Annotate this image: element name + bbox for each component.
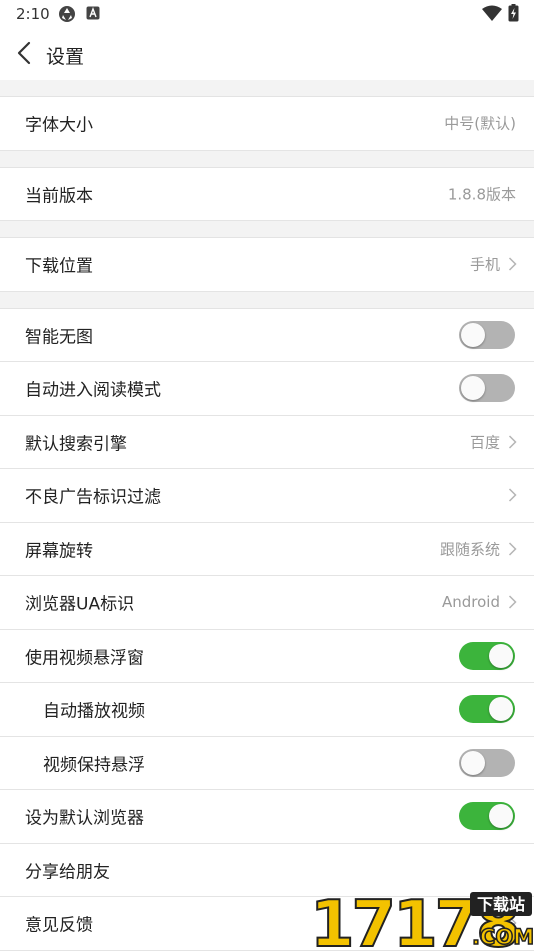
row-label: 自动进入阅读模式 (25, 380, 161, 401)
row-smart-no-image: 智能无图 (0, 308, 534, 362)
row-label: 字体大小 (25, 115, 93, 136)
section-divider (0, 80, 534, 97)
toggle-knob (461, 750, 485, 775)
status-time: 2:10 (16, 5, 50, 23)
video-keep-float-toggle[interactable] (459, 748, 515, 777)
row-label: 使用视频悬浮窗 (25, 648, 144, 669)
row-label: 自动播放视频 (43, 701, 145, 722)
row-label: 设为默认浏览器 (25, 808, 144, 829)
row-value: 跟随系统 (439, 540, 500, 559)
watermark-badge: 下载站 (477, 895, 525, 914)
row-label: 屏幕旋转 (25, 541, 93, 562)
toggle-knob (489, 804, 513, 829)
row-label: 下载位置 (25, 256, 93, 277)
row-ad-filter[interactable]: 不良广告标识过滤 (0, 469, 534, 523)
row-value: Android (442, 593, 500, 612)
row-set-default-browser: 设为默认浏览器 (0, 790, 534, 844)
row-label: 视频保持悬浮 (43, 755, 145, 776)
wifi-icon (482, 5, 502, 21)
row-browser-ua[interactable]: 浏览器UA标识 Android (0, 576, 534, 630)
chevron-right-icon (508, 542, 517, 556)
status-bar: 2:10 (0, 0, 534, 28)
battery-icon (508, 4, 519, 22)
app-notification-icon (86, 6, 100, 20)
row-label: 智能无图 (25, 327, 93, 348)
row-label: 分享给朋友 (25, 862, 110, 883)
chevron-right-icon (508, 257, 517, 271)
row-label: 不良广告标识过滤 (25, 487, 161, 508)
toggle-knob (461, 376, 485, 401)
chevron-right-icon (508, 595, 517, 609)
back-arrow-icon[interactable] (14, 40, 36, 66)
row-label: 意见反馈 (25, 915, 93, 936)
section-divider (0, 291, 534, 309)
watermark-domain: .COM (472, 925, 534, 949)
shutter-icon (59, 6, 75, 22)
row-version[interactable]: 当前版本 1.8.8版本 (0, 167, 534, 221)
row-video-float: 使用视频悬浮窗 (0, 629, 534, 683)
site-watermark-logo: 17178 下载站 .COM (310, 888, 534, 950)
row-value: 手机 (469, 255, 500, 274)
row-default-search-engine[interactable]: 默认搜索引擎 百度 (0, 415, 534, 469)
row-download-location[interactable]: 下载位置 手机 (0, 238, 534, 292)
row-label: 浏览器UA标识 (25, 594, 135, 615)
settings-list: 字体大小 中号(默认) 当前版本 1.8.8版本 下载位置 手机 智能无图 自动… (0, 80, 534, 951)
toggle-knob (461, 322, 485, 347)
page-title: 设置 (46, 46, 85, 68)
row-auto-reader-mode: 自动进入阅读模式 (0, 362, 534, 416)
autoplay-video-toggle[interactable] (459, 695, 515, 724)
header: 设置 (0, 28, 534, 80)
row-label: 当前版本 (25, 186, 93, 207)
row-label: 默认搜索引擎 (25, 434, 127, 455)
row-autoplay-video: 自动播放视频 (0, 683, 534, 737)
auto-reader-mode-toggle[interactable] (459, 374, 515, 403)
row-font-size[interactable]: 字体大小 中号(默认) (0, 97, 534, 151)
toggle-knob (489, 643, 513, 668)
set-default-browser-toggle[interactable] (459, 802, 515, 831)
row-value: 中号(默认) (444, 114, 516, 133)
video-float-toggle[interactable] (459, 641, 515, 670)
row-value: 百度 (469, 433, 500, 452)
section-divider (0, 221, 534, 238)
section-divider (0, 150, 534, 168)
row-value: 1.8.8版本 (447, 185, 516, 204)
chevron-right-icon (508, 435, 517, 449)
smart-no-image-toggle[interactable] (459, 320, 515, 349)
row-screen-rotation[interactable]: 屏幕旋转 跟随系统 (0, 522, 534, 576)
row-video-keep-float: 视频保持悬浮 (0, 736, 534, 790)
toggle-knob (489, 697, 513, 722)
chevron-right-icon (508, 488, 517, 502)
